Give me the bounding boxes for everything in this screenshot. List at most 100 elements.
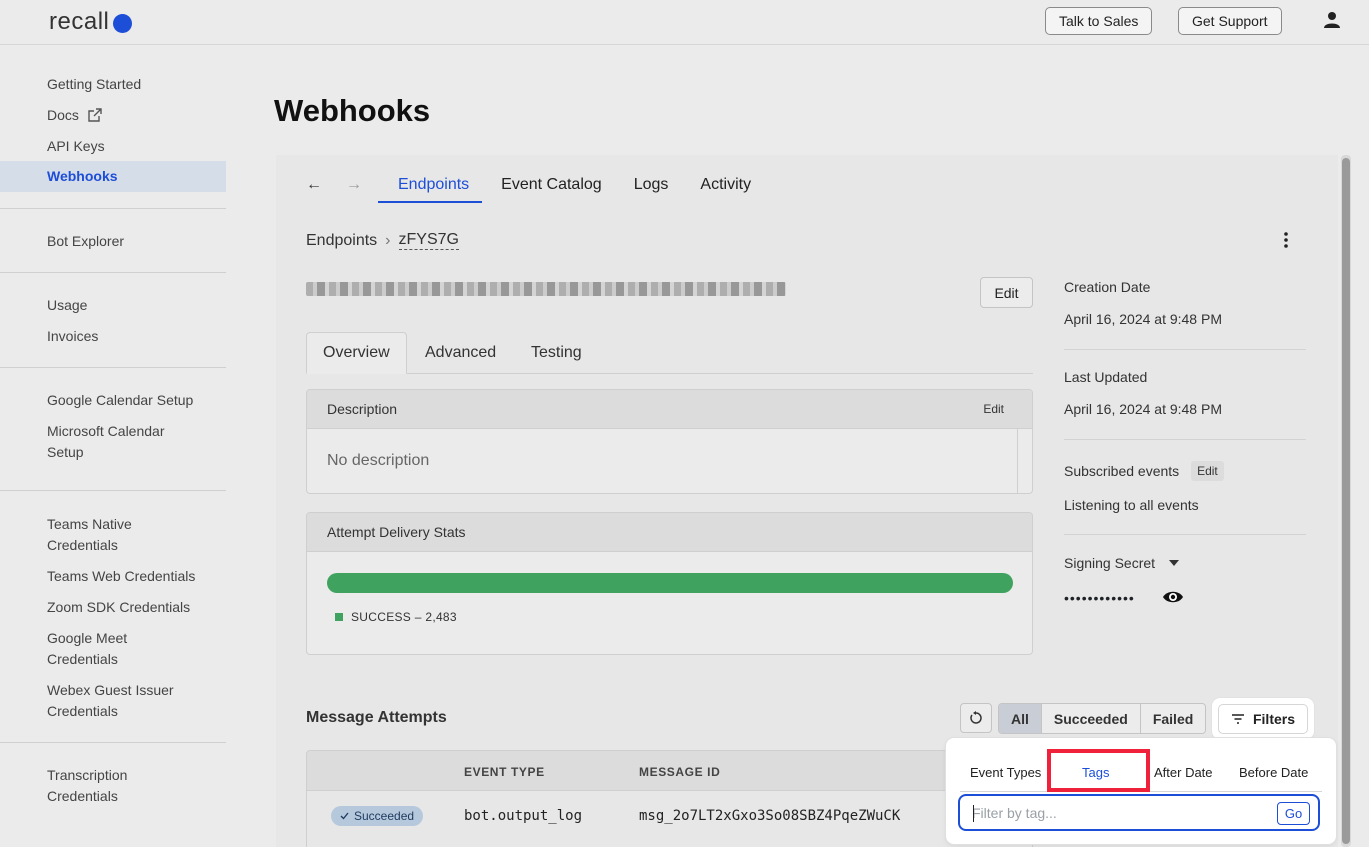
endpoint-url-redacted (306, 282, 786, 296)
go-button[interactable]: Go (1277, 802, 1310, 825)
signing-secret-toggle[interactable]: Signing Secret (1064, 555, 1179, 571)
sidebar-item-usage[interactable]: Usage (47, 295, 217, 316)
segment-all[interactable]: All (999, 704, 1042, 733)
scrollbar-thumb[interactable] (1342, 158, 1350, 844)
sidebar-item-api-keys[interactable]: API Keys (47, 136, 217, 157)
edit-subscribed-events-button[interactable]: Edit (1191, 461, 1224, 481)
tab-event-catalog[interactable]: Event Catalog (501, 176, 602, 194)
breadcrumb-separator: › (385, 231, 391, 249)
description-scrollbar (1017, 429, 1018, 493)
sidebar-divider (0, 742, 226, 743)
signing-secret-mask: •••••••••••• (1064, 590, 1135, 606)
top-bar: recall Talk to Sales Get Support (0, 0, 1369, 45)
active-tab-indicator (378, 201, 482, 203)
breadcrumb: Endpoints › zFYS7G (306, 231, 459, 250)
tag-filter-field[interactable]: Go (958, 794, 1320, 831)
main-content: Webhooks ← → Endpoints Event Catalog Log… (226, 45, 1369, 847)
talk-to-sales-button[interactable]: Talk to Sales (1045, 7, 1153, 35)
refresh-button[interactable] (960, 703, 992, 733)
tags-tab-highlight (1047, 749, 1150, 792)
metadata-divider (1064, 349, 1306, 350)
subscribed-events-text: Subscribed events (1064, 463, 1180, 479)
delivery-stats-card: Attempt Delivery Stats SUCCESS – 2,483 (306, 512, 1033, 655)
logo-dot-icon (113, 14, 133, 33)
tag-filter-input[interactable] (972, 803, 1272, 823)
segment-failed[interactable]: Failed (1140, 704, 1206, 733)
eye-icon[interactable] (1162, 589, 1184, 605)
delivery-stats-header: Attempt Delivery Stats (307, 513, 1032, 552)
status-filter-segment: All Succeeded Failed (998, 703, 1207, 734)
delivery-stats-title: Attempt Delivery Stats (327, 524, 466, 540)
column-message-id: MESSAGE ID (639, 765, 721, 779)
filters-button[interactable]: Filters (1212, 698, 1314, 739)
sidebar-item-microsoft-calendar-setup[interactable]: Microsoft Calendar Setup (47, 421, 197, 463)
sidebar-item-transcription-credentials[interactable]: Transcription Credentials (47, 765, 157, 807)
get-support-button[interactable]: Get Support (1178, 7, 1282, 35)
creation-date-label: Creation Date (1064, 279, 1151, 295)
edit-description-button[interactable]: Edit (983, 402, 1004, 416)
description-body: No description (307, 429, 1032, 493)
tab-logs[interactable]: Logs (634, 176, 669, 194)
logo[interactable]: recall (49, 8, 133, 36)
description-text: No description (327, 452, 430, 469)
sidebar-item-zoom-sdk-credentials[interactable]: Zoom SDK Credentials (47, 597, 217, 618)
page-title: Webhooks (274, 93, 431, 128)
sidebar: Getting Started Docs API Keys Webhooks B… (0, 45, 226, 847)
status-badge-label: Succeeded (354, 809, 415, 823)
scrollbar[interactable] (1341, 155, 1351, 847)
description-title: Description (327, 401, 398, 417)
chevron-down-icon (1168, 560, 1179, 566)
sidebar-item-google-meet-credentials[interactable]: Google Meet Credentials (47, 628, 167, 670)
tab-endpoints[interactable]: Endpoints (398, 176, 469, 194)
filter-tab-before-date[interactable]: Before Date (1239, 765, 1308, 780)
forward-arrow-icon[interactable]: → (346, 176, 398, 194)
success-legend-swatch (335, 613, 343, 621)
table-row[interactable]: Succeeded bot.output_log msg_2o7LT2xGxo3… (307, 791, 1032, 841)
subscribed-events-value: Listening to all events (1064, 497, 1199, 513)
tab-activity[interactable]: Activity (700, 176, 751, 194)
last-updated-value: April 16, 2024 at 9:48 PM (1064, 401, 1222, 417)
sidebar-item-bot-explorer[interactable]: Bot Explorer (47, 231, 217, 252)
breadcrumb-root[interactable]: Endpoints (306, 232, 377, 250)
message-id-cell[interactable]: msg_2o7LT2xGxo3So08SBZ4PqeZWuCK (639, 808, 900, 824)
sidebar-item-getting-started[interactable]: Getting Started (47, 74, 217, 95)
success-progress-bar (327, 573, 1013, 593)
sidebar-divider (0, 208, 226, 209)
success-legend: SUCCESS – 2,483 (335, 610, 457, 624)
metadata-divider (1064, 439, 1306, 440)
table-header: EVENT TYPE MESSAGE ID (307, 751, 1032, 791)
tab-overview[interactable]: Overview (306, 332, 407, 374)
filter-tab-after-date[interactable]: After Date (1154, 765, 1213, 780)
subscribed-events-label: Subscribed events Edit (1064, 461, 1224, 481)
logo-text: recall (49, 8, 110, 35)
endpoint-sub-tabs: Overview Advanced Testing (306, 332, 1033, 374)
more-options-icon[interactable] (1278, 231, 1294, 249)
back-arrow-icon[interactable]: ← (306, 176, 346, 194)
filters-button-inner: Filters (1217, 703, 1308, 734)
tab-testing[interactable]: Testing (531, 332, 582, 374)
sidebar-item-teams-native-credentials[interactable]: Teams Native Credentials (47, 514, 167, 556)
sidebar-item-label: Docs (47, 107, 79, 123)
message-attempts-title: Message Attempts (306, 709, 447, 726)
edit-endpoint-button[interactable]: Edit (980, 277, 1033, 308)
sidebar-divider (0, 490, 226, 491)
event-type-cell: bot.output_log (464, 808, 583, 824)
webhook-tabs: ← → Endpoints Event Catalog Logs Activit… (306, 165, 783, 205)
tab-advanced[interactable]: Advanced (425, 332, 496, 374)
user-icon[interactable] (1322, 10, 1342, 30)
sidebar-item-teams-web-credentials[interactable]: Teams Web Credentials (47, 566, 217, 587)
sidebar-item-webhooks[interactable]: Webhooks (0, 161, 226, 192)
description-card: Description Edit No description (306, 389, 1033, 494)
sidebar-item-webex-guest-issuer-credentials[interactable]: Webex Guest Issuer Credentials (47, 680, 197, 722)
filter-tab-event-types[interactable]: Event Types (970, 765, 1041, 780)
filter-popover: Event Types Tags After Date Before Date … (946, 738, 1336, 844)
sidebar-divider (0, 367, 226, 368)
segment-succeeded[interactable]: Succeeded (1041, 704, 1141, 733)
sidebar-item-invoices[interactable]: Invoices (47, 326, 217, 347)
sidebar-item-google-calendar-setup[interactable]: Google Calendar Setup (47, 390, 217, 411)
refresh-icon (970, 711, 982, 724)
filter-icon (1231, 713, 1244, 724)
external-link-icon (88, 108, 102, 122)
text-caret (973, 805, 974, 822)
sidebar-item-docs[interactable]: Docs (47, 105, 217, 126)
